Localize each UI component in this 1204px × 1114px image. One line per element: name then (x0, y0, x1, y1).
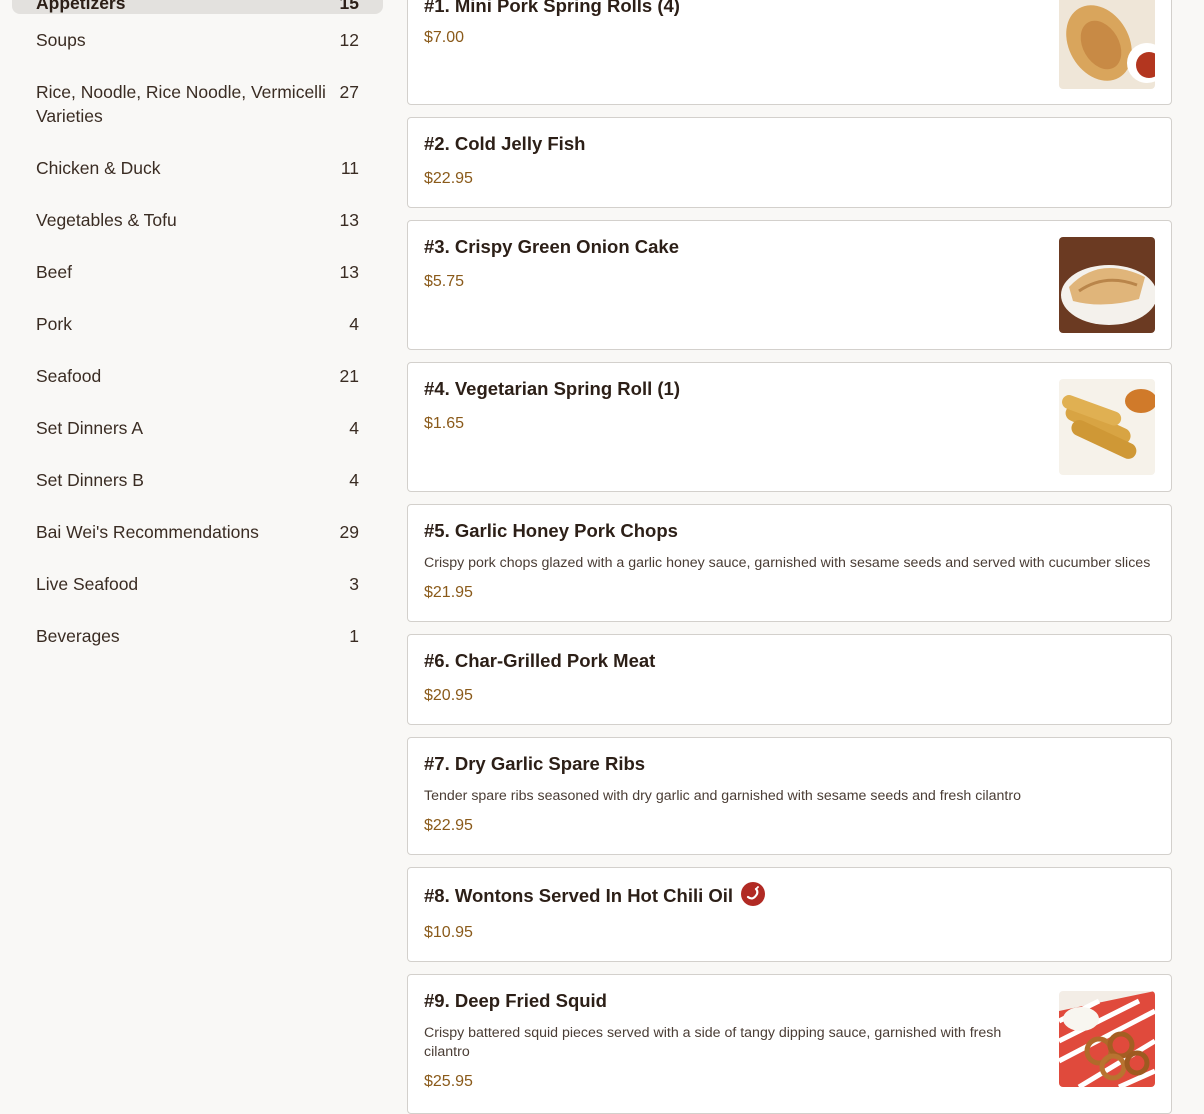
menu-item-price: $22.95 (424, 817, 473, 834)
menu-item-price: $25.95 (424, 1073, 473, 1090)
menu-item-title: #5. Garlic Honey Pork Chops (424, 520, 678, 541)
menu-item-description: Tender spare ribs seasoned with dry garl… (424, 788, 1021, 804)
menu-item-price: $7.00 (424, 29, 465, 46)
menu-item-title: #2. Cold Jelly Fish (424, 133, 586, 154)
menu-item-card[interactable]: #2. Cold Jelly Fish $22.95 (407, 117, 1172, 208)
category-count: 11 (340, 158, 359, 178)
category-set-dinners-a[interactable]: Set Dinners A 4 (12, 402, 383, 454)
category-label: Chicken & Duck (36, 158, 161, 178)
menu-item-card[interactable]: #9. Deep Fried Squid Crispy battered squ… (407, 974, 1172, 1114)
menu-item-card[interactable]: #5. Garlic Honey Pork Chops Crispy pork … (407, 504, 1172, 622)
menu-item-description: Crispy pork chops glazed with a garlic h… (424, 555, 1151, 571)
menu-item-title: #1. Mini Pork Spring Rolls (4) (424, 0, 680, 16)
category-set-dinners-b[interactable]: Set Dinners B 4 (12, 454, 383, 506)
menu-item-price: $5.75 (424, 273, 465, 290)
menu-item-card[interactable]: #1. Mini Pork Spring Rolls (4) $7.00 (407, 0, 1172, 105)
category-count: 3 (349, 574, 359, 594)
menu-item-card[interactable]: #3. Crispy Green Onion Cake $5.75 (407, 220, 1172, 350)
category-label: Soups (36, 30, 86, 50)
green-onion-cake-photo (1059, 237, 1155, 333)
category-pork[interactable]: Pork 4 (12, 298, 383, 350)
menu-item-title: #6. Char-Grilled Pork Meat (424, 650, 656, 671)
menu-item-price: $22.95 (424, 170, 473, 187)
category-label: Beverages (36, 626, 120, 646)
fried-squid-photo (1059, 991, 1155, 1087)
category-recommendations[interactable]: Bai Wei's Recommendations 29 (12, 506, 383, 558)
category-live-seafood[interactable]: Live Seafood 3 (12, 558, 383, 610)
category-count: 4 (349, 418, 359, 438)
menu-item-card[interactable]: #7. Dry Garlic Spare Ribs Tender spare r… (407, 737, 1172, 855)
category-vegetables-tofu[interactable]: Vegetables & Tofu 13 (12, 194, 383, 246)
menu-item-title: #8. Wontons Served In Hot Chili Oil (424, 882, 766, 908)
menu-item-card[interactable]: #6. Char-Grilled Pork Meat $20.95 (407, 634, 1172, 725)
spicy-chili-icon (741, 882, 766, 906)
category-label: Beef (36, 262, 72, 282)
category-rice-noodle[interactable]: Rice, Noodle, Rice Noodle, Vermicelli Va… (12, 66, 383, 142)
menu-item-price: $1.65 (424, 415, 465, 432)
category-count: 15 (339, 0, 359, 13)
category-beverages[interactable]: Beverages 1 (12, 610, 383, 662)
category-count: 1 (349, 626, 359, 646)
category-label: Rice, Noodle, Rice Noodle, Vermicelli Va… (36, 82, 326, 126)
vegetarian-spring-rolls-photo (1059, 379, 1155, 475)
category-beef[interactable]: Beef 13 (12, 246, 383, 298)
category-count: 21 (339, 366, 359, 386)
menu-item-title: #4. Vegetarian Spring Roll (1) (424, 378, 680, 399)
category-label: Live Seafood (36, 574, 139, 594)
category-count: 12 (339, 30, 359, 50)
category-label: Seafood (36, 366, 102, 386)
menu-item-title-text: #8. Wontons Served In Hot Chili Oil (424, 885, 734, 906)
category-count: 13 (339, 210, 359, 230)
category-chicken-duck[interactable]: Chicken & Duck 11 (12, 142, 383, 194)
menu-item-title: #7. Dry Garlic Spare Ribs (424, 753, 646, 774)
menu-item-description: Crispy battered squid pieces served with… (424, 1025, 1002, 1060)
spring-rolls-photo (1059, 0, 1155, 89)
category-label: Set Dinners B (36, 470, 144, 490)
category-count: 29 (339, 522, 359, 542)
category-label: Vegetables & Tofu (36, 210, 177, 230)
category-label: Set Dinners A (36, 418, 143, 438)
menu-item-title: #3. Crispy Green Onion Cake (424, 236, 679, 257)
menu-item-price: $21.95 (424, 584, 473, 601)
category-count: 27 (339, 82, 359, 102)
category-sidebar: Appetizers 15 Soups 12 Rice, Noodle, Ric… (12, 0, 383, 662)
category-soups[interactable]: Soups 12 (12, 14, 383, 66)
category-count: 4 (349, 470, 359, 490)
category-label: Appetizers (36, 0, 126, 13)
menu-item-title: #9. Deep Fried Squid (424, 990, 607, 1011)
menu-item-price: $20.95 (424, 687, 473, 704)
category-seafood[interactable]: Seafood 21 (12, 350, 383, 402)
category-count: 13 (339, 262, 359, 282)
category-label: Bai Wei's Recommendations (36, 522, 259, 542)
category-appetizers[interactable]: Appetizers 15 (12, 0, 383, 14)
category-count: 4 (349, 314, 359, 334)
menu-item-price: $10.95 (424, 924, 473, 941)
menu-item-card[interactable]: #4. Vegetarian Spring Roll (1) $1.65 (407, 362, 1172, 492)
menu-item-card[interactable]: #8. Wontons Served In Hot Chili Oil $10.… (407, 867, 1172, 962)
category-label: Pork (36, 314, 72, 334)
